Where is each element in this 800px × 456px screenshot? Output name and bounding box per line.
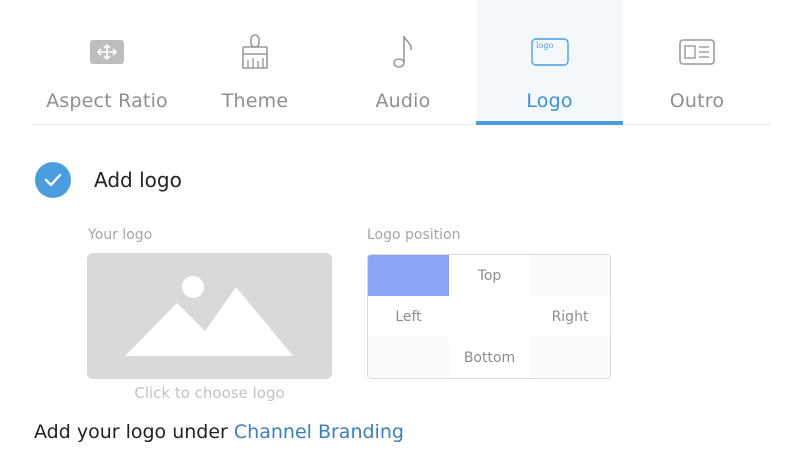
tab-outro[interactable]: Outro [623, 0, 771, 124]
tab-label: Theme [221, 90, 289, 112]
aspect-ratio-icon [87, 32, 127, 72]
position-center [449, 296, 530, 337]
checkmark-icon [35, 162, 71, 198]
tab-audio[interactable]: Audio [329, 0, 477, 124]
position-bottom-right[interactable] [530, 337, 610, 378]
outro-card-icon [677, 32, 717, 72]
position-bottom[interactable]: Bottom [449, 337, 530, 378]
active-tab-indicator [476, 121, 623, 125]
add-logo-label: Add logo [94, 168, 182, 192]
tab-label: Audio [375, 90, 431, 112]
logo-icon: logo [530, 32, 570, 72]
tab-label: Outro [669, 90, 725, 112]
position-top-right[interactable] [530, 255, 610, 296]
logo-position-label: Logo position [367, 227, 461, 243]
tab-label: Aspect Ratio [46, 90, 168, 112]
image-placeholder-icon [125, 276, 293, 356]
paintbrush-icon [235, 32, 275, 72]
position-top[interactable]: Top [449, 255, 530, 296]
tab-label: Logo [526, 90, 573, 112]
music-note-icon [383, 32, 423, 72]
settings-tab-bar: Aspect Ratio Theme Audio logo Logo Outro [33, 0, 771, 125]
choose-logo-link[interactable]: Click to choose logo [87, 384, 332, 402]
position-top-left[interactable] [368, 255, 449, 296]
logo-icon-text: logo [536, 41, 553, 50]
channel-branding-link[interactable]: Channel Branding [234, 421, 404, 443]
position-right[interactable]: Right [530, 296, 610, 337]
tab-theme[interactable]: Theme [181, 0, 329, 124]
add-logo-checkbox[interactable]: Add logo [35, 162, 182, 198]
logo-upload-area[interactable] [87, 253, 332, 379]
note-text: Add your logo under [34, 421, 234, 443]
your-logo-label: Your logo [88, 227, 153, 243]
position-left[interactable]: Left [368, 296, 449, 337]
position-bottom-left[interactable] [368, 337, 449, 378]
tab-logo[interactable]: logo Logo [476, 0, 623, 125]
channel-branding-note: Add your logo under Channel Branding [34, 421, 404, 443]
tab-aspect-ratio[interactable]: Aspect Ratio [33, 0, 181, 124]
logo-settings-panel: Aspect Ratio Theme Audio logo Logo Outro… [0, 0, 800, 456]
logo-position-grid: Top Left Right Bottom [367, 254, 611, 379]
